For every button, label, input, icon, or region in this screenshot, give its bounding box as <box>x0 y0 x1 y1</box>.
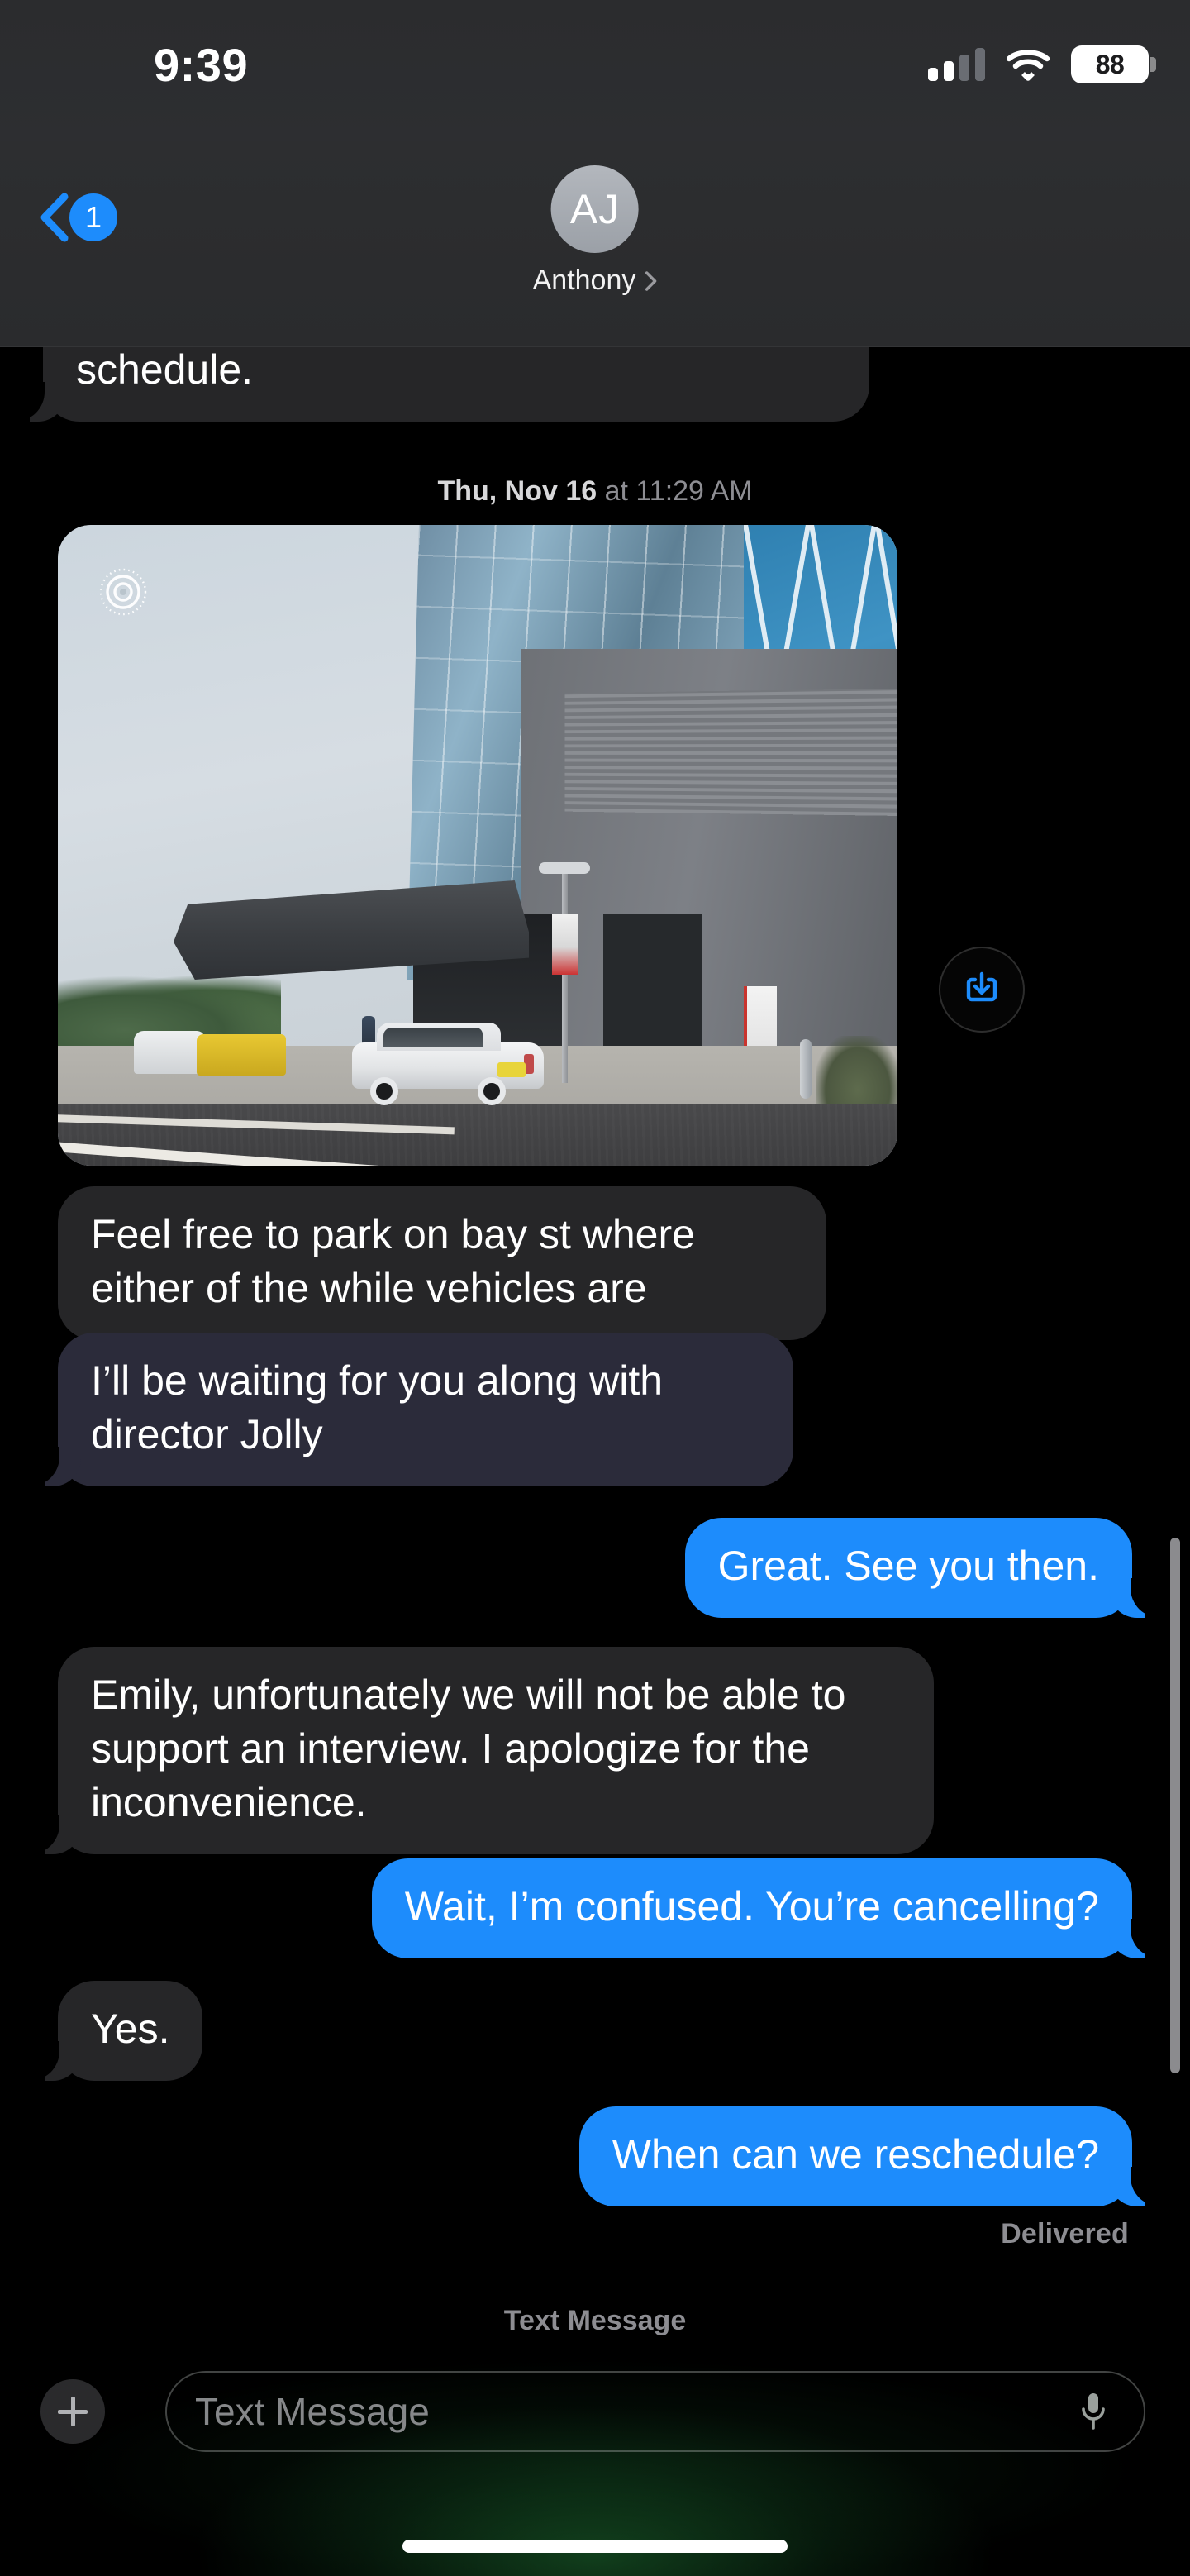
battery-icon: 88 <box>1071 45 1156 83</box>
photo-louver-panel <box>564 687 897 818</box>
photo-attachment[interactable] <box>58 525 897 1166</box>
message-text: Wait, I’m confused. You’re cancelling? <box>404 1883 1099 1930</box>
contact-header[interactable]: AJ Anthony <box>533 165 658 297</box>
message-text: Feel free to park on bay st where either… <box>91 1211 695 1311</box>
timestamp-time: at 11:29 AM <box>604 475 753 507</box>
message-composer: Text Message <box>0 2315 1190 2576</box>
message-bubble-incoming[interactable]: Feel free to park on bay st where either… <box>58 1186 826 1340</box>
home-indicator <box>402 2540 788 2553</box>
navigation-bar: 1 AJ Anthony <box>0 141 1190 347</box>
live-photo-icon <box>99 568 147 616</box>
microphone-icon[interactable] <box>1079 2391 1107 2432</box>
chevron-right-icon <box>645 270 657 291</box>
message-input[interactable]: Text Message <box>165 2371 1145 2452</box>
timestamp-divider: Thu, Nov 16 at 11:29 AM <box>0 475 1190 508</box>
wifi-icon <box>1007 50 1050 81</box>
photo-pole-banner <box>552 914 578 975</box>
photo-distant-car-white <box>134 1031 205 1074</box>
message-row: Feel free to park on bay st where either… <box>58 1186 826 1340</box>
message-row: Emily, unfortunately we will not be able… <box>30 1647 934 1854</box>
message-row: When can we reschedule? <box>578 2106 1161 2206</box>
photo-white-suv <box>352 1021 544 1105</box>
download-icon <box>966 971 997 1002</box>
battery-percent: 88 <box>1095 49 1125 79</box>
unread-count-badge[interactable]: 1 <box>69 193 117 241</box>
message-row: I’ll be waiting for you along with direc… <box>30 1333 793 1486</box>
message-text: Yes. <box>91 2006 170 2052</box>
back-button[interactable]: 1 <box>38 192 117 243</box>
message-bubble-outgoing[interactable]: Wait, I’m confused. You’re cancelling? <box>371 1858 1161 1958</box>
status-bar-clock: 9:39 <box>154 39 249 91</box>
message-text: When can we reschedule? <box>612 2131 1099 2178</box>
photo-light-pole <box>562 868 568 1083</box>
photo-light-head <box>539 862 590 874</box>
photo-distant-truck-yellow <box>197 1034 286 1076</box>
status-bar: 9:39 88 <box>0 0 1190 141</box>
message-bubble-incoming[interactable]: I’ll be waiting for you along with direc… <box>30 1333 793 1486</box>
add-attachment-button[interactable] <box>40 2379 105 2444</box>
message-row: Great. See you then. <box>684 1518 1161 1618</box>
message-row-partial: schedule. <box>15 343 869 422</box>
message-text: schedule. <box>76 346 254 393</box>
photo-bollard <box>800 1039 812 1099</box>
message-input-placeholder: Text Message <box>195 2390 430 2433</box>
message-text: Great. See you then. <box>717 1543 1099 1589</box>
contact-name-row[interactable]: Anthony <box>533 265 658 297</box>
message-bubble-incoming[interactable]: Emily, unfortunately we will not be able… <box>30 1647 934 1854</box>
message-bubble-outgoing[interactable]: Great. See you then. <box>684 1518 1161 1618</box>
message-row: Wait, I’m confused. You’re cancelling? <box>371 1858 1161 1958</box>
photo-entry-opening-2 <box>603 914 702 1062</box>
photo-grass <box>816 1036 897 1104</box>
message-bubble-partial[interactable]: schedule. <box>15 343 869 422</box>
avatar[interactable]: AJ <box>550 165 639 253</box>
messages-app-screen: schedule. Thu, Nov 16 at 11:29 AM Feel f… <box>0 0 1190 2576</box>
message-text: I’ll be waiting for you along with direc… <box>91 1357 664 1457</box>
message-bubble-incoming[interactable]: Yes. <box>29 1981 203 2081</box>
cellular-bars-icon <box>928 48 985 81</box>
download-attachment-button[interactable] <box>939 947 1025 1033</box>
attachment-image[interactable] <box>58 525 897 1166</box>
timestamp-date: Thu, Nov 16 <box>437 475 597 507</box>
chevron-left-icon <box>40 193 69 242</box>
status-bar-indicators: 88 <box>928 41 1156 88</box>
contact-name: Anthony <box>532 265 636 296</box>
message-row: Yes. <box>29 1981 203 2081</box>
message-text: Emily, unfortunately we will not be able… <box>91 1672 846 1825</box>
message-bubble-outgoing[interactable]: When can we reschedule? <box>578 2106 1161 2206</box>
conversation-thread[interactable]: schedule. Thu, Nov 16 at 11:29 AM Feel f… <box>0 141 1190 2576</box>
thread-scrollbar[interactable] <box>1170 1538 1180 2073</box>
delivery-status: Delivered <box>1001 2218 1129 2249</box>
